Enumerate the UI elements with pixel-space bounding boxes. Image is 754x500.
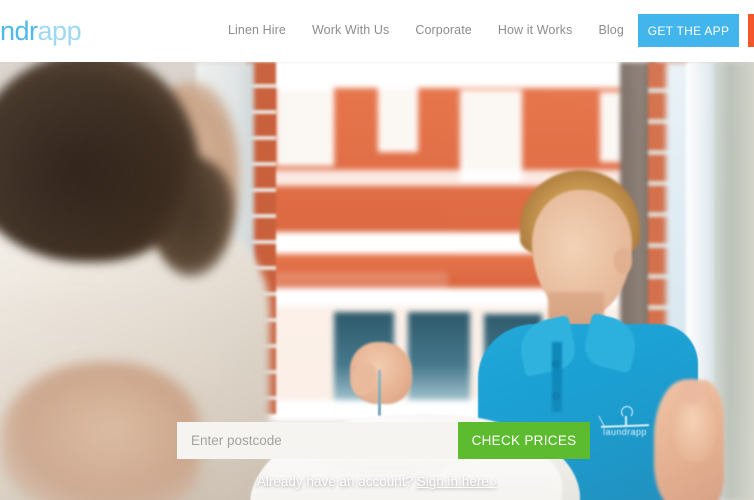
nav-item-work-with-us[interactable]: Work With Us <box>312 23 389 37</box>
sign-in-link[interactable]: Sign in here › <box>417 474 497 489</box>
courier-shirt-placket <box>552 342 562 412</box>
postcode-input[interactable] <box>177 422 458 459</box>
nav-item-how-it-works[interactable]: How it Works <box>498 23 573 37</box>
postcode-search-form: CHECK PRICES <box>177 422 590 459</box>
logo-text-secondary: app <box>37 16 82 46</box>
logo-text-primary: ndr <box>0 16 38 46</box>
sign-in-prompt-text: Already have an account? <box>256 474 417 489</box>
customer-hair <box>0 62 200 262</box>
get-the-app-button[interactable]: GET THE APP <box>638 14 739 47</box>
shirt-logo-wordmark: laundrapp <box>603 427 647 437</box>
nav-item-blog[interactable]: Blog <box>598 23 623 37</box>
shirt-hanger-logo-icon: laundrapp <box>597 406 653 448</box>
courier-ear <box>614 248 632 274</box>
laundrapp-logo[interactable]: ndrapp <box>0 16 82 46</box>
nav-item-linen-hire[interactable]: Linen Hire <box>228 23 286 37</box>
main-navigation: Linen Hire Work With Us Corporate How it… <box>228 23 624 37</box>
secondary-action-button[interactable] <box>748 14 754 47</box>
courier-shirt-button <box>552 392 560 400</box>
sign-in-prompt: Already have an account? Sign in here › <box>0 474 754 489</box>
site-header: ndrapp Linen Hire Work With Us Corporate… <box>0 0 754 62</box>
courier-fingertips <box>678 380 704 404</box>
courier-shirt-button <box>552 360 560 368</box>
check-prices-button[interactable]: CHECK PRICES <box>458 422 590 459</box>
nav-item-corporate[interactable]: Corporate <box>415 23 472 37</box>
